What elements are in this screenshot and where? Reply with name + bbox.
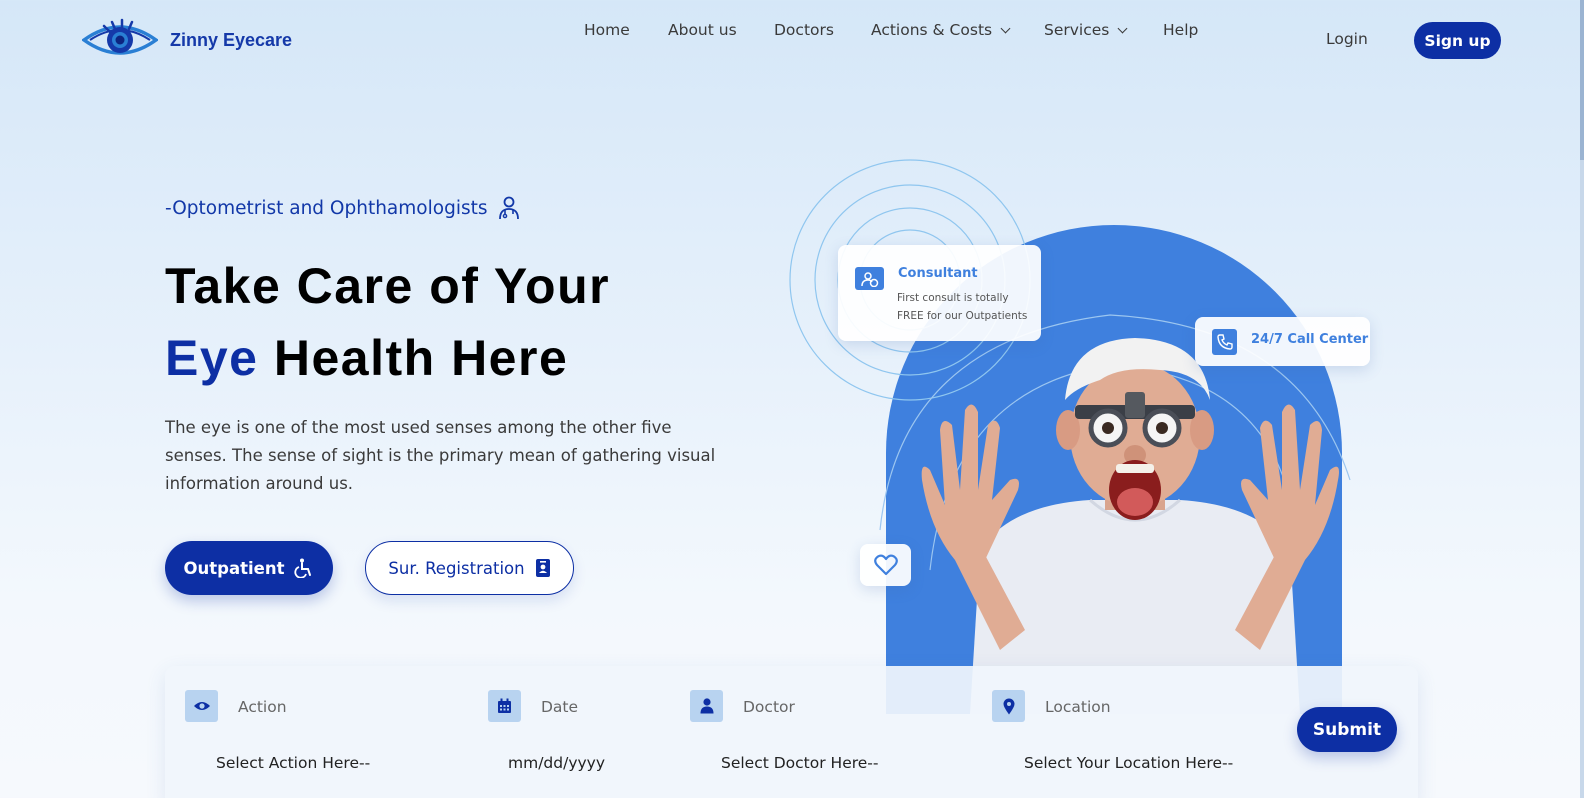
calendar-icon <box>488 690 521 722</box>
nav-services-label: Services <box>1044 21 1110 39</box>
nav-doctors[interactable]: Doctors <box>774 21 834 39</box>
scrollbar[interactable] <box>1580 0 1584 798</box>
hero-tagline-text: -Optometrist and Ophthamologists <box>165 197 488 219</box>
headline-rest: Health Here <box>273 330 569 386</box>
consultant-icon <box>855 267 884 290</box>
brand-logo[interactable]: Zinny Eyecare <box>82 18 292 62</box>
nav-actions-costs[interactable]: Actions & Costs <box>871 21 1011 39</box>
consultant-card: Consultant First consult is totally FREE… <box>838 245 1041 341</box>
hero-tagline: -Optometrist and Ophthamologists <box>165 196 520 220</box>
booking-form <box>165 666 1418 798</box>
chevron-down-icon <box>1000 23 1011 33</box>
call-center-card: 24/7 Call Center <box>1195 317 1370 366</box>
submit-button[interactable]: Submit <box>1297 707 1397 752</box>
chevron-down-icon <box>1117 23 1128 33</box>
headline-accent: Eye <box>165 330 259 386</box>
location-label: Location <box>1045 698 1111 716</box>
action-label: Action <box>238 698 287 716</box>
location-pin-icon <box>992 690 1025 722</box>
outpatient-button[interactable]: Outpatient <box>165 541 333 595</box>
consultant-title: Consultant <box>898 266 978 281</box>
doctor-icon <box>498 196 519 220</box>
heart-icon <box>873 554 898 576</box>
hero-description: The eye is one of the most used senses a… <box>165 418 716 493</box>
hero-headline: Take Care of Your Eye Health Here <box>165 250 610 394</box>
nav-actions-costs-label: Actions & Costs <box>871 21 993 39</box>
nav-services[interactable]: Services <box>1044 21 1128 39</box>
nav-home[interactable]: Home <box>584 21 630 39</box>
wheelchair-icon <box>294 558 312 578</box>
call-center-label: 24/7 Call Center <box>1251 332 1369 347</box>
phone-icon <box>1212 329 1237 355</box>
scrollbar-thumb[interactable] <box>1580 0 1584 160</box>
login-link[interactable]: Login <box>1326 30 1368 48</box>
patient-photo <box>921 338 1339 714</box>
doctor-label: Doctor <box>743 698 795 716</box>
headline-line-1: Take Care of Your <box>165 258 611 314</box>
action-select[interactable]: Select Action Here-- <box>216 754 370 772</box>
signup-button[interactable]: Sign up <box>1414 22 1501 59</box>
surgery-registration-label: Sur. Registration <box>388 558 525 578</box>
surgery-registration-button[interactable]: Sur. Registration <box>365 541 574 595</box>
doctor-select[interactable]: Select Doctor Here-- <box>721 754 879 772</box>
date-label: Date <box>541 698 579 716</box>
consultant-text: First consult is totally FREE for our Ou… <box>897 292 1028 322</box>
user-icon <box>690 690 723 722</box>
date-input[interactable]: mm/dd/yyyy <box>508 754 605 772</box>
outpatient-button-label: Outpatient <box>183 558 285 578</box>
headline-line-2: Eye Health Here <box>165 322 610 394</box>
nav-about[interactable]: About us <box>668 21 737 39</box>
id-badge-icon <box>535 559 550 577</box>
brand-name: Zinny Eyecare <box>170 29 293 50</box>
location-select[interactable]: Select Your Location Here-- <box>1024 754 1233 772</box>
favorite-card[interactable] <box>860 544 911 586</box>
nav-help[interactable]: Help <box>1163 21 1198 39</box>
eye-icon <box>82 18 158 55</box>
eye-icon <box>185 690 218 722</box>
